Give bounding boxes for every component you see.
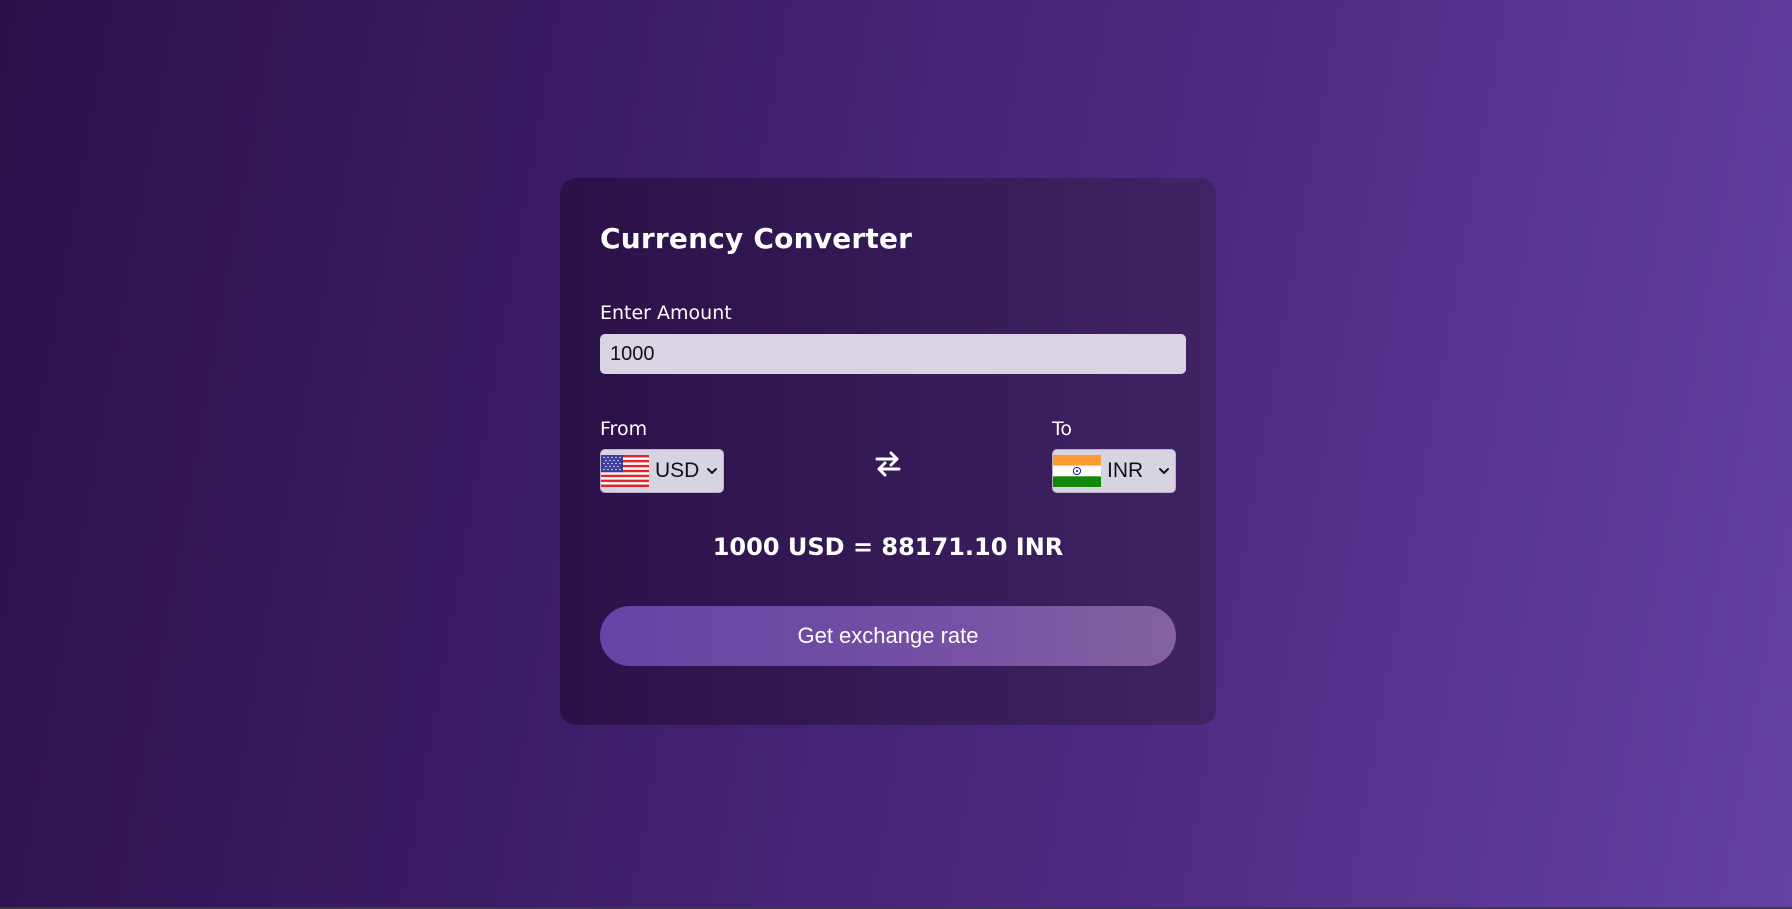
to-currency-select[interactable]: INR (1052, 449, 1176, 493)
swap-arrows-icon[interactable] (872, 448, 904, 480)
from-currency-select[interactable]: USD (600, 449, 724, 493)
page-title: Currency Converter (600, 222, 913, 255)
chevron-down-icon (707, 468, 717, 474)
amount-label: Enter Amount (600, 302, 732, 324)
amount-input[interactable] (600, 334, 1186, 374)
chevron-down-icon (1159, 468, 1169, 474)
from-currency-code: USD (655, 459, 700, 482)
us-flag-icon (601, 455, 649, 487)
to-label: To (1052, 418, 1073, 440)
converter-card: Currency Converter Enter Amount From (560, 178, 1216, 725)
to-currency-code: INR (1107, 459, 1144, 482)
from-label: From (600, 418, 648, 440)
india-flag-icon (1053, 455, 1101, 487)
conversion-result: 1000 USD = 88171.10 INR (712, 533, 1064, 561)
get-exchange-rate-button[interactable]: Get exchange rate (600, 606, 1176, 666)
page-background: Currency Converter Enter Amount From (0, 0, 1792, 907)
